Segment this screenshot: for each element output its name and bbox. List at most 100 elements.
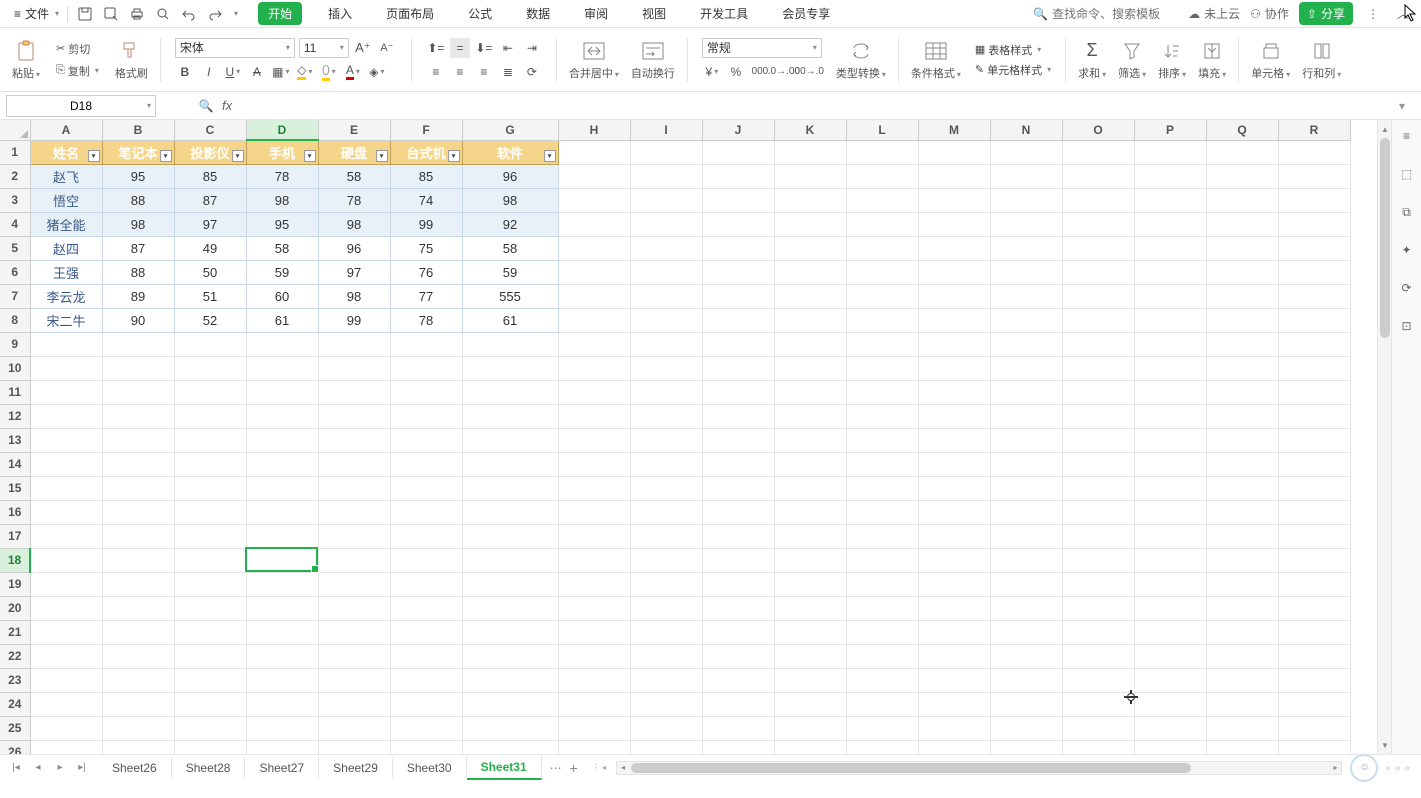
cell-K1[interactable]: [774, 140, 846, 164]
cell-B22[interactable]: [102, 644, 174, 668]
cell-G23[interactable]: [462, 668, 558, 692]
row-head-25[interactable]: 25: [0, 716, 30, 740]
split-handle-icon[interactable]: ⋮ ◂: [592, 763, 606, 772]
share-button[interactable]: ⇧ 分享: [1299, 2, 1353, 25]
cell-A2[interactable]: 赵飞: [30, 164, 102, 188]
cell-P10[interactable]: [1134, 356, 1206, 380]
cell-E15[interactable]: [318, 476, 390, 500]
cloud-status[interactable]: ☁ 未上云: [1188, 5, 1240, 22]
tab-插入[interactable]: 插入: [320, 1, 360, 26]
cell-N10[interactable]: [990, 356, 1062, 380]
cell-L22[interactable]: [846, 644, 918, 668]
cell-J4[interactable]: [702, 212, 774, 236]
cell-L2[interactable]: [846, 164, 918, 188]
cell-D25[interactable]: [246, 716, 318, 740]
cell-L13[interactable]: [846, 428, 918, 452]
cell-D22[interactable]: [246, 644, 318, 668]
cell-C25[interactable]: [174, 716, 246, 740]
cell-K6[interactable]: [774, 260, 846, 284]
scroll-right-icon[interactable]: ▸: [1329, 762, 1341, 774]
preview-icon[interactable]: [154, 5, 172, 23]
cell-R11[interactable]: [1278, 380, 1350, 404]
cell-M7[interactable]: [918, 284, 990, 308]
cell-Q3[interactable]: [1206, 188, 1278, 212]
cell-K17[interactable]: [774, 524, 846, 548]
cell-N20[interactable]: [990, 596, 1062, 620]
scroll-down-icon[interactable]: ▼: [1378, 738, 1392, 752]
cell-C5[interactable]: 49: [174, 236, 246, 260]
row-head-9[interactable]: 9: [0, 332, 30, 356]
cell-F13[interactable]: [390, 428, 462, 452]
cell-O3[interactable]: [1062, 188, 1134, 212]
cell-J17[interactable]: [702, 524, 774, 548]
collab-button[interactable]: ⚇ 协作: [1250, 5, 1289, 22]
font-name-select[interactable]: 宋体▾: [175, 38, 295, 58]
cell-G5[interactable]: 58: [462, 236, 558, 260]
cell-B17[interactable]: [102, 524, 174, 548]
cell-R6[interactable]: [1278, 260, 1350, 284]
cell-O11[interactable]: [1062, 380, 1134, 404]
cell-O25[interactable]: [1062, 716, 1134, 740]
cell-I17[interactable]: [630, 524, 702, 548]
row-head-15[interactable]: 15: [0, 476, 30, 500]
cell-N6[interactable]: [990, 260, 1062, 284]
cell-F9[interactable]: [390, 332, 462, 356]
cell-H5[interactable]: [558, 236, 630, 260]
cell-Q5[interactable]: [1206, 236, 1278, 260]
cell-K14[interactable]: [774, 452, 846, 476]
tab-开发工具[interactable]: 开发工具: [692, 1, 756, 26]
cell-G13[interactable]: [462, 428, 558, 452]
increase-indent-icon[interactable]: ⇥: [522, 38, 542, 58]
row-head-11[interactable]: 11: [0, 380, 30, 404]
cell-K18[interactable]: [774, 548, 846, 572]
cell-K25[interactable]: [774, 716, 846, 740]
cell-Q8[interactable]: [1206, 308, 1278, 332]
increase-font-icon[interactable]: A⁺: [353, 38, 373, 58]
filter-icon[interactable]: ▾: [160, 150, 172, 162]
cell-N17[interactable]: [990, 524, 1062, 548]
col-head-D[interactable]: D: [246, 120, 318, 140]
cell-Q21[interactable]: [1206, 620, 1278, 644]
row-head-24[interactable]: 24: [0, 692, 30, 716]
cell-J7[interactable]: [702, 284, 774, 308]
cell-Q11[interactable]: [1206, 380, 1278, 404]
cell-A25[interactable]: [30, 716, 102, 740]
cell-R12[interactable]: [1278, 404, 1350, 428]
cell-E23[interactable]: [318, 668, 390, 692]
cell-L9[interactable]: [846, 332, 918, 356]
justify-icon[interactable]: ≣: [498, 62, 518, 82]
cell-J23[interactable]: [702, 668, 774, 692]
cell-L7[interactable]: [846, 284, 918, 308]
cell-C20[interactable]: [174, 596, 246, 620]
border-icon[interactable]: ▦▾: [271, 62, 291, 82]
cell-B16[interactable]: [102, 500, 174, 524]
cell-P24[interactable]: [1134, 692, 1206, 716]
cell-N11[interactable]: [990, 380, 1062, 404]
cell-M6[interactable]: [918, 260, 990, 284]
cell-E4[interactable]: 98: [318, 212, 390, 236]
cell-C13[interactable]: [174, 428, 246, 452]
screenshot-icon[interactable]: ⊡: [1397, 316, 1417, 336]
cell-H22[interactable]: [558, 644, 630, 668]
cell-P7[interactable]: [1134, 284, 1206, 308]
cell-D26[interactable]: [246, 740, 318, 754]
cell-L6[interactable]: [846, 260, 918, 284]
cell-H16[interactable]: [558, 500, 630, 524]
cell-D18[interactable]: [246, 548, 318, 572]
cell-B10[interactable]: [102, 356, 174, 380]
number-format-select[interactable]: 常规▾: [702, 38, 822, 58]
cell-K11[interactable]: [774, 380, 846, 404]
cell-R2[interactable]: [1278, 164, 1350, 188]
cell-L23[interactable]: [846, 668, 918, 692]
cell-H3[interactable]: [558, 188, 630, 212]
file-menu[interactable]: ≡ 文件 ▾: [8, 3, 65, 24]
cell-F19[interactable]: [390, 572, 462, 596]
cell-H13[interactable]: [558, 428, 630, 452]
cell-C18[interactable]: [174, 548, 246, 572]
align-bottom-icon[interactable]: ⬇=: [474, 38, 494, 58]
cell-A24[interactable]: [30, 692, 102, 716]
cell-I6[interactable]: [630, 260, 702, 284]
sheet-tab-Sheet26[interactable]: Sheet26: [98, 757, 172, 779]
cell-O22[interactable]: [1062, 644, 1134, 668]
cell-N26[interactable]: [990, 740, 1062, 754]
